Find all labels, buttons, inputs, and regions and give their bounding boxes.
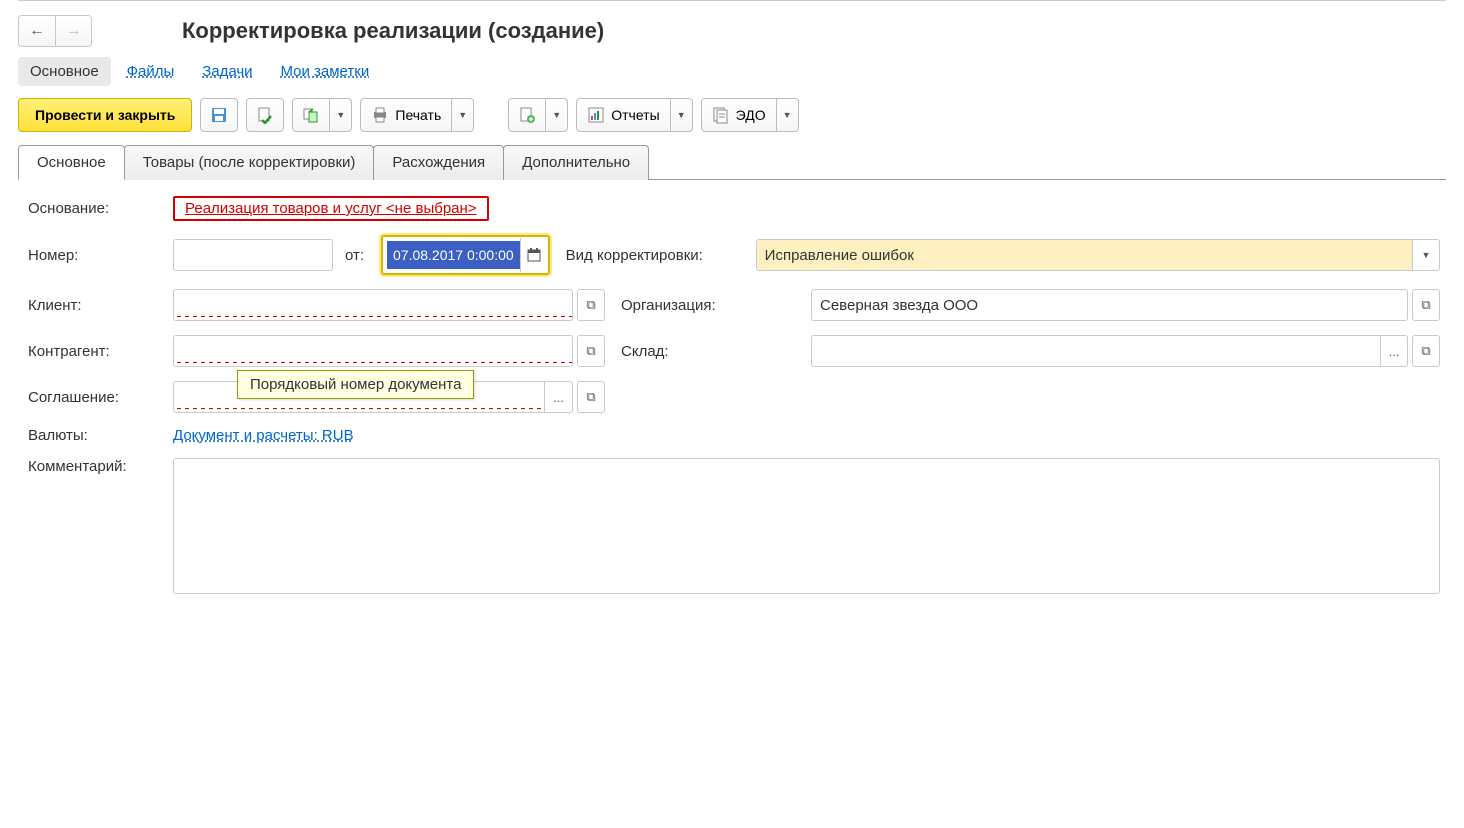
correction-type-value: Исправление ошибок <box>757 240 1412 270</box>
agreement-ellipsis-button[interactable]: ... <box>545 381 573 413</box>
section-main[interactable]: Основное <box>18 57 111 86</box>
post-icon <box>256 106 274 124</box>
reports-dropdown[interactable]: ▼ <box>671 98 693 132</box>
open-icon: ⧉ <box>1421 297 1430 313</box>
chevron-down-icon: ▼ <box>458 110 467 120</box>
arrow-right-icon: → <box>66 22 82 40</box>
org-open-button[interactable]: ⧉ <box>1412 289 1440 321</box>
tab-goods[interactable]: Товары (после корректировки) <box>124 145 375 180</box>
create-based-on-dropdown[interactable]: ▼ <box>330 98 352 132</box>
reports-label: Отчеты <box>611 107 659 123</box>
label-from: от: <box>345 247 381 264</box>
chevron-down-icon: ▼ <box>336 110 345 120</box>
counterparty-open-button[interactable]: ⧉ <box>577 335 605 367</box>
arrow-left-icon: ← <box>29 22 45 40</box>
create-based-on-icon <box>302 106 320 124</box>
label-counterparty: Контрагент: <box>28 343 173 360</box>
label-correction-type: Вид корректировки: <box>566 247 756 264</box>
client-input[interactable] <box>173 289 573 321</box>
open-icon: ⧉ <box>586 297 595 313</box>
create-based-on-button[interactable] <box>292 98 330 132</box>
chevron-down-icon: ▼ <box>677 110 686 120</box>
comment-input[interactable] <box>173 458 1440 594</box>
tab-extra[interactable]: Дополнительно <box>503 145 649 180</box>
number-tooltip: Порядковый номер документа <box>237 370 474 399</box>
section-notes[interactable]: Мои заметки <box>268 57 381 86</box>
section-files[interactable]: Файлы <box>115 57 187 86</box>
date-input[interactable]: 07.08.2017 0:00:00 <box>387 241 520 269</box>
open-icon: ⧉ <box>586 343 595 359</box>
section-tasks[interactable]: Задачи <box>190 57 264 86</box>
save-icon <box>210 106 228 124</box>
save-button[interactable] <box>200 98 238 132</box>
print-dropdown[interactable]: ▼ <box>452 98 474 132</box>
label-client: Клиент: <box>28 297 173 314</box>
print-label: Печать <box>395 107 441 123</box>
nav-back-button[interactable]: ← <box>19 16 55 46</box>
print-icon <box>371 106 389 124</box>
currencies-link[interactable]: Документ и расчеты: RUB <box>173 427 354 444</box>
label-comment: Комментарий: <box>28 458 173 475</box>
linked-docs-dropdown[interactable]: ▼ <box>546 98 568 132</box>
linked-docs-button[interactable] <box>508 98 546 132</box>
label-agreement: Соглашение: <box>28 389 173 406</box>
page-title: Корректировка реализации (создание) <box>182 18 604 44</box>
number-input[interactable] <box>173 239 333 271</box>
label-warehouse: Склад: <box>621 343 811 360</box>
warehouse-select[interactable]: ... <box>811 335 1408 367</box>
edo-dropdown[interactable]: ▼ <box>777 98 799 132</box>
date-picker-button[interactable] <box>520 238 548 272</box>
label-org: Организация: <box>621 297 811 314</box>
post-button[interactable] <box>246 98 284 132</box>
warehouse-ellipsis-button[interactable]: ... <box>1380 336 1407 366</box>
label-currencies: Валюты: <box>28 427 173 444</box>
org-value: Северная звезда ООО <box>812 297 1407 314</box>
reports-button[interactable]: Отчеты <box>576 98 670 132</box>
edo-button[interactable]: ЭДО <box>701 98 777 132</box>
tab-main[interactable]: Основное <box>18 145 125 180</box>
label-number: Номер: <box>28 247 173 264</box>
base-link-highlight: Реализация товаров и услуг <не выбран> <box>173 196 489 221</box>
edo-icon <box>712 106 730 124</box>
chevron-down-icon: ▼ <box>552 110 561 120</box>
edo-label: ЭДО <box>736 107 766 123</box>
chevron-down-icon: ▼ <box>1412 240 1439 270</box>
client-open-button[interactable]: ⧉ <box>577 289 605 321</box>
base-link[interactable]: Реализация товаров и услуг <не выбран> <box>185 200 477 217</box>
agreement-open-button[interactable]: ⧉ <box>577 381 605 413</box>
counterparty-input[interactable] <box>173 335 573 367</box>
print-button[interactable]: Печать <box>360 98 452 132</box>
org-select[interactable]: Северная звезда ООО <box>811 289 1408 321</box>
reports-icon <box>587 106 605 124</box>
open-icon: ⧉ <box>1421 343 1430 359</box>
label-base: Основание: <box>28 200 173 217</box>
nav-forward-button[interactable]: → <box>55 16 91 46</box>
linked-docs-icon <box>518 106 536 124</box>
warehouse-open-button[interactable]: ⧉ <box>1412 335 1440 367</box>
post-and-close-button[interactable]: Провести и закрыть <box>18 98 192 132</box>
correction-type-select[interactable]: Исправление ошибок ▼ <box>756 239 1440 271</box>
open-icon: ⧉ <box>586 389 595 405</box>
tab-diff[interactable]: Расхождения <box>373 145 504 180</box>
calendar-icon <box>527 248 541 262</box>
chevron-down-icon: ▼ <box>783 110 792 120</box>
